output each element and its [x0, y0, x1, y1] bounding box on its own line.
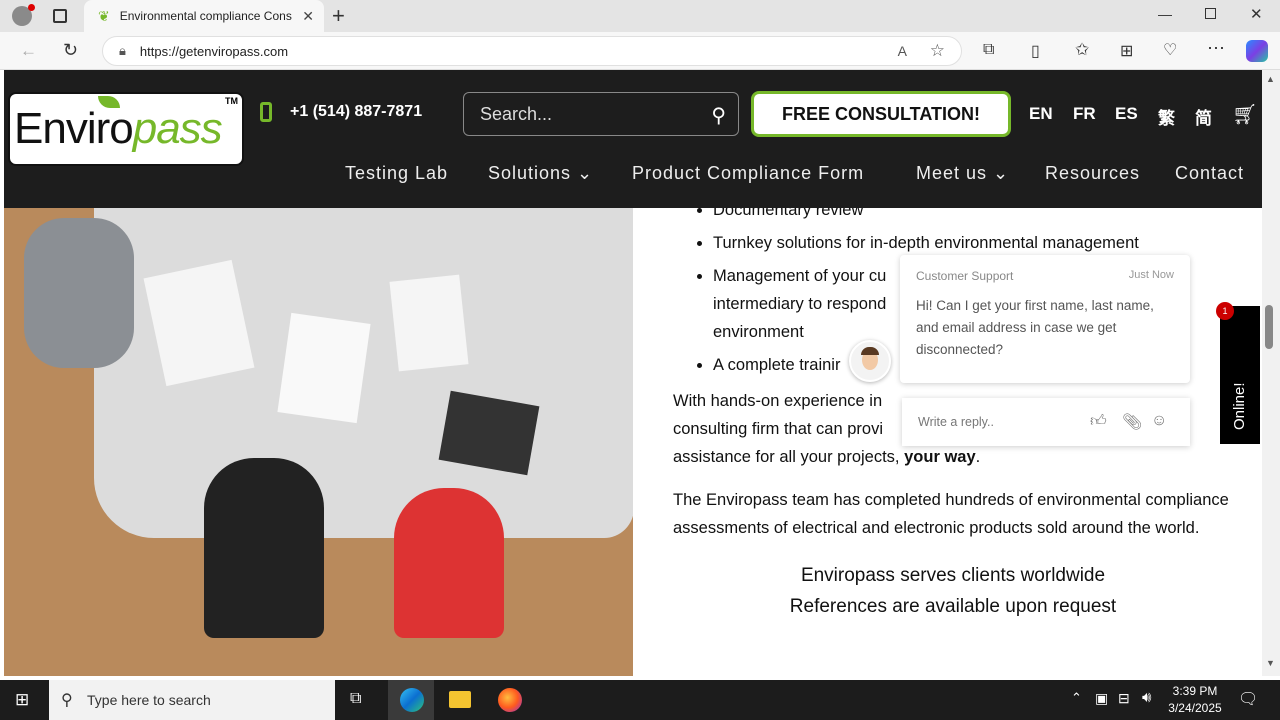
- chat-time: Just Now: [1128, 269, 1174, 281]
- online-chat-tab[interactable]: Online!: [1220, 306, 1260, 444]
- chat-message-bubble: Customer Support Just Now Hi! Can I get …: [900, 255, 1190, 383]
- edge-taskbar-icon[interactable]: [388, 680, 434, 720]
- taskbar-search-icon: ⚲: [61, 692, 73, 709]
- nav-contact[interactable]: Contact: [1175, 163, 1244, 184]
- read-aloud-icon[interactable]: A: [898, 43, 907, 59]
- back-icon[interactable]: ←: [20, 41, 37, 61]
- url-field[interactable]: 🔒︎ https://getenviropass.com A ☆: [102, 36, 962, 66]
- notifications-icon[interactable]: 🗨︎: [1238, 689, 1258, 709]
- free-consultation-button[interactable]: FREE CONSULTATION!: [751, 91, 1011, 137]
- team-meeting-photo: [4, 208, 633, 676]
- chat-notification-badge: 1: [1216, 302, 1234, 320]
- browser-essentials-icon[interactable]: ♡: [1163, 40, 1177, 60]
- photo-person-red: [394, 488, 504, 638]
- leaf-favicon-icon: ❦: [98, 7, 110, 24]
- scrollbar-thumb[interactable]: [1265, 305, 1273, 349]
- tab-actions-icon[interactable]: [53, 9, 67, 23]
- phone-link[interactable]: +1 (514) 887-7871: [260, 102, 422, 122]
- restore-icon[interactable]: [1205, 8, 1216, 19]
- support-agent-avatar: [849, 340, 891, 382]
- nav-resources[interactable]: Resources: [1045, 163, 1140, 184]
- lang-es[interactable]: ES: [1115, 104, 1138, 124]
- close-window-icon[interactable]: ✕: [1250, 5, 1263, 23]
- refresh-icon[interactable]: ↻: [63, 40, 78, 61]
- phone-icon: [260, 102, 272, 122]
- new-tab-button[interactable]: +: [332, 3, 345, 29]
- chat-message: Hi! Can I get your first name, last name…: [916, 298, 1154, 357]
- tab-close-icon[interactable]: ✕: [302, 8, 314, 25]
- address-bar-row: ← ↻ 🔒︎ https://getenviropass.com A ☆ ⧉ ▯…: [0, 32, 1280, 70]
- lang-fr[interactable]: FR: [1073, 104, 1096, 124]
- nav-solutions[interactable]: Solutions ⌄: [488, 163, 593, 184]
- task-view-icon[interactable]: ⧉: [350, 690, 361, 708]
- page-scrollbar[interactable]: ▲ ▼: [1262, 70, 1280, 676]
- photo-person-left: [24, 218, 134, 368]
- site-search-input[interactable]: Search... ⚲: [463, 92, 739, 136]
- extensions-icon[interactable]: ⧉: [983, 41, 994, 59]
- browser-tab-strip: ❦ Environmental compliance Cons ✕ + — ✕: [0, 0, 1280, 32]
- emoji-icon[interactable]: ☺: [1151, 412, 1167, 430]
- volume-icon[interactable]: 🔊︎: [1142, 689, 1151, 706]
- file-explorer-icon[interactable]: [449, 691, 471, 708]
- search-placeholder: Search...: [480, 103, 553, 124]
- team-paragraph: The Enviropass team has completed hundre…: [673, 491, 1229, 537]
- enviropass-logo[interactable]: Enviropass TM: [8, 92, 244, 166]
- photo-paper: [277, 312, 371, 424]
- firefox-icon[interactable]: [498, 688, 522, 712]
- profile-notification-dot: [28, 4, 35, 11]
- scroll-up-icon[interactable]: ▲: [1266, 74, 1275, 84]
- favorites-icon[interactable]: ✩: [1075, 40, 1089, 60]
- taskbar-search-placeholder: Type here to search: [87, 692, 211, 708]
- references-heading: References are available upon request: [789, 596, 1117, 617]
- phone-number: +1 (514) 887-7871: [290, 103, 423, 120]
- nav-meet-us[interactable]: Meet us ⌄: [916, 163, 1009, 184]
- photo-paper: [389, 274, 469, 372]
- lock-icon: 🔒︎: [119, 43, 126, 58]
- list-item: Turnkey solutions for in-depth environme…: [713, 229, 1233, 257]
- nav-testing-lab[interactable]: Testing Lab: [345, 163, 448, 184]
- minimize-icon[interactable]: —: [1158, 6, 1172, 22]
- tray-chevron-icon[interactable]: ⌃: [1071, 690, 1082, 706]
- system-clock[interactable]: 3:39 PM 3/24/2025: [1160, 683, 1230, 717]
- taskbar-search-input[interactable]: ⚲ Type here to search: [49, 680, 335, 720]
- browser-tab[interactable]: ❦ Environmental compliance Cons ✕: [84, 0, 324, 32]
- url-text: https://getenviropass.com: [139, 43, 289, 59]
- edge-logo: [400, 688, 424, 712]
- lang-zh-traditional[interactable]: 繁: [1158, 104, 1175, 129]
- more-menu-icon[interactable]: ⋯: [1207, 38, 1225, 59]
- avatar-hair: [861, 347, 879, 355]
- split-screen-icon[interactable]: ▯: [1031, 41, 1040, 61]
- tray-device-icon[interactable]: ▣: [1095, 690, 1108, 707]
- chat-reply-input[interactable]: Write a reply.. 👍︎ 📎︎ ☺: [902, 398, 1190, 446]
- copilot-icon[interactable]: [1246, 40, 1268, 62]
- thumbs-up-icon[interactable]: 👍︎: [1090, 412, 1107, 431]
- online-label: Online!: [1231, 382, 1248, 430]
- cart-icon[interactable]: 🛒︎: [1232, 102, 1257, 127]
- site-header: Enviropass TM +1 (514) 887-7871 Search..…: [4, 70, 1262, 208]
- favorite-star-icon[interactable]: ☆: [930, 41, 945, 61]
- logo-text: Enviropass: [14, 104, 223, 153]
- logo-trademark: TM: [225, 96, 238, 106]
- clock-time: 3:39 PM: [1172, 684, 1218, 698]
- scroll-down-icon[interactable]: ▼: [1266, 658, 1275, 668]
- worldwide-heading: Enviropass serves clients worldwide: [800, 565, 1106, 586]
- clock-date: 3/24/2025: [1168, 701, 1222, 715]
- lang-zh-simplified[interactable]: 简: [1195, 104, 1212, 129]
- tab-title: Environmental compliance Cons: [119, 9, 292, 23]
- lang-en[interactable]: EN: [1029, 104, 1053, 124]
- collections-icon[interactable]: ⊞: [1120, 41, 1133, 61]
- network-icon[interactable]: ⊟: [1118, 690, 1130, 707]
- reply-placeholder: Write a reply..: [918, 415, 994, 429]
- nav-product-compliance-form[interactable]: Product Compliance Form: [632, 163, 864, 184]
- windows-start-icon[interactable]: ⊞: [15, 690, 29, 710]
- search-icon[interactable]: ⚲: [711, 103, 726, 128]
- attachment-icon[interactable]: 📎︎: [1122, 412, 1142, 432]
- photo-person-bottom: [204, 458, 324, 638]
